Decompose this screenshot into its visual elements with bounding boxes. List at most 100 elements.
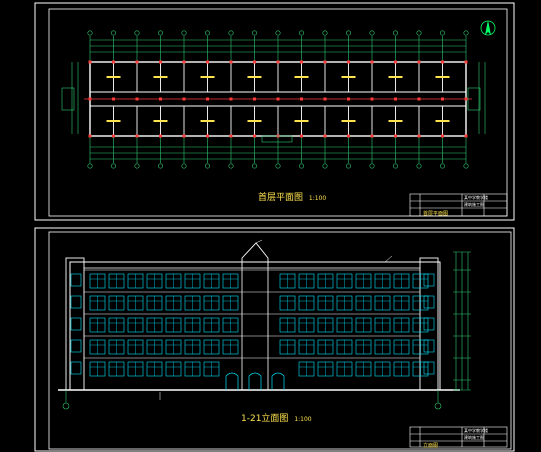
window-icon bbox=[423, 361, 435, 375]
window-icon bbox=[70, 339, 82, 353]
room-label-mark bbox=[341, 120, 356, 122]
plan-column bbox=[370, 60, 374, 64]
plan-axis-bubble bbox=[416, 30, 422, 36]
plan-column bbox=[88, 60, 92, 64]
plan-column bbox=[300, 134, 303, 138]
window-icon bbox=[70, 361, 82, 375]
room-label-mark bbox=[341, 76, 356, 78]
plan-column bbox=[182, 60, 186, 64]
top-title-block-line-3: 首层平面图 bbox=[423, 211, 449, 217]
room-label-mark bbox=[435, 76, 450, 78]
plan-column bbox=[135, 97, 139, 101]
plan-axis-bubble bbox=[392, 30, 398, 36]
plan-column bbox=[159, 60, 162, 64]
plan-axis-bubble bbox=[392, 163, 398, 169]
elevation-scale-text: 1:100 bbox=[294, 416, 312, 423]
plan-column bbox=[441, 97, 444, 101]
window-icon bbox=[70, 295, 82, 309]
plan-column bbox=[159, 134, 162, 138]
room-label-mark bbox=[247, 76, 262, 78]
plan-column bbox=[347, 97, 350, 101]
plan-axis-bubble bbox=[134, 163, 140, 169]
plan-column bbox=[253, 60, 256, 64]
plan-column bbox=[464, 134, 468, 138]
plan-column bbox=[206, 134, 209, 138]
plan-axis-bubble bbox=[439, 163, 445, 169]
room-label-mark bbox=[200, 120, 215, 122]
plan-column bbox=[206, 60, 209, 64]
plan-axis-bubble bbox=[322, 30, 328, 36]
top-title-block-line-1: 某中学教学楼 bbox=[464, 195, 488, 200]
plan-axis-bubble bbox=[111, 30, 117, 36]
plan-axis-bubble bbox=[275, 163, 281, 169]
north-arrow-icon bbox=[480, 20, 496, 36]
plan-axis-bubble bbox=[205, 30, 211, 36]
plan-column bbox=[417, 60, 421, 64]
plan-axis-bubble bbox=[463, 163, 469, 169]
room-label-mark bbox=[294, 120, 309, 122]
room-label-mark bbox=[294, 76, 309, 78]
window-icon bbox=[423, 317, 435, 331]
window-icon bbox=[423, 339, 435, 353]
plan-column bbox=[394, 60, 397, 64]
elevation-title-text: 1-21立面图 bbox=[241, 414, 289, 424]
plan-column bbox=[417, 97, 421, 101]
plan-column bbox=[394, 97, 397, 101]
plan-column bbox=[276, 97, 280, 101]
plan-axis-bubble bbox=[181, 30, 187, 36]
plan-axis-bubble bbox=[298, 163, 304, 169]
plan-column bbox=[206, 97, 209, 101]
plan-column bbox=[323, 134, 327, 138]
plan-title-text: 首层平面图 bbox=[258, 193, 304, 203]
plan-column bbox=[182, 97, 186, 101]
plan-column bbox=[441, 60, 444, 64]
plan-column bbox=[276, 60, 280, 64]
plan-column bbox=[253, 134, 256, 138]
elevation bbox=[58, 239, 471, 410]
plan-column bbox=[347, 134, 350, 138]
plan-axis-bubble bbox=[322, 163, 328, 169]
plan-column bbox=[88, 134, 92, 138]
plan-axis-bubble bbox=[228, 30, 234, 36]
plan-axis-bubble bbox=[252, 30, 258, 36]
room-label-mark bbox=[435, 120, 450, 122]
bottom-title-block-line-2: 建筑施工图 bbox=[464, 435, 484, 440]
plan-column bbox=[300, 97, 303, 101]
room-label-mark bbox=[153, 76, 168, 78]
plan-column bbox=[182, 134, 186, 138]
room-label-mark bbox=[106, 76, 121, 78]
plan-column bbox=[229, 134, 233, 138]
plan-column bbox=[347, 60, 350, 64]
plan-axis-bubble bbox=[345, 30, 351, 36]
plan-column bbox=[229, 60, 233, 64]
plan-axis-bubble bbox=[228, 163, 234, 169]
window-icon bbox=[423, 295, 435, 309]
plan-column bbox=[112, 134, 115, 138]
plan-column bbox=[394, 134, 397, 138]
plan-column bbox=[135, 134, 139, 138]
plan-axis-bubble bbox=[416, 163, 422, 169]
plan-column bbox=[112, 97, 115, 101]
plan-scale-text: 1:100 bbox=[308, 195, 327, 202]
plan-column bbox=[323, 60, 327, 64]
elevation-title: 1-21立面图 1:100 bbox=[241, 411, 312, 424]
plan-column bbox=[370, 134, 374, 138]
plan-axis-bubble bbox=[369, 30, 375, 36]
floor-plan bbox=[61, 30, 486, 169]
plan-axis-bubble bbox=[205, 163, 211, 169]
plan-axis-bubble bbox=[87, 30, 93, 36]
bottom-title-block-line-3: 立面图 bbox=[423, 443, 439, 449]
plan-column bbox=[464, 97, 468, 101]
window-icon bbox=[70, 317, 82, 331]
plan-axis-bubble bbox=[158, 30, 164, 36]
plan-axis-bubble bbox=[87, 163, 93, 169]
plan-column bbox=[370, 97, 374, 101]
plan-axis-bubble bbox=[181, 163, 187, 169]
room-label-mark bbox=[106, 120, 121, 122]
plan-column bbox=[159, 97, 162, 101]
plan-column bbox=[323, 97, 327, 101]
plan-axis-bubble bbox=[134, 30, 140, 36]
room-label-mark bbox=[388, 120, 403, 122]
room-label-mark bbox=[200, 76, 215, 78]
room-label-mark bbox=[247, 120, 262, 122]
